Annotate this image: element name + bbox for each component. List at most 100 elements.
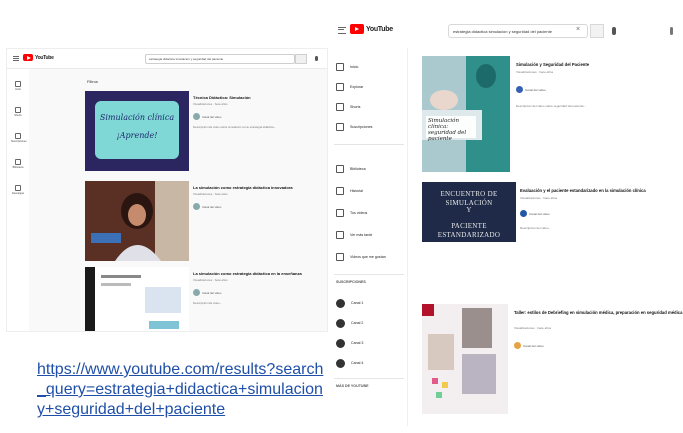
- settings-icon[interactable]: [670, 27, 673, 35]
- subscription-item[interactable]: Canal 3: [336, 338, 408, 348]
- youtube-wordmark: YouTube: [35, 54, 54, 61]
- avatar[interactable]: [516, 86, 523, 93]
- search-input[interactable]: estrategia didactica simulacion y seguri…: [448, 24, 588, 38]
- channel-row[interactable]: Canal del video: [520, 210, 550, 217]
- youtube-play-icon: [23, 54, 33, 61]
- channel-name[interactable]: Canal del video: [525, 88, 546, 92]
- sidebar-item-watch-later[interactable]: Ver más tarde: [336, 230, 408, 240]
- sidebar-item-label: Suscripciones: [11, 140, 27, 143]
- search-url-link[interactable]: https://www.youtube.com/results?search _…: [37, 360, 331, 420]
- video-title[interactable]: Simulación y Seguridad del Paciente: [516, 62, 589, 67]
- search-result[interactable]: Simulación clínica ¡Aprende! Técnica Did…: [85, 91, 325, 171]
- video-title[interactable]: La simulación como estrategia didáctica …: [193, 185, 293, 190]
- search-result[interactable]: Taller: estilos de Debriefing en simulac…: [422, 304, 683, 414]
- liked-icon: [336, 253, 344, 261]
- menu-icon[interactable]: [338, 27, 346, 34]
- sidebar-item-label: Shorts: [350, 105, 361, 109]
- channel-row[interactable]: Canal del video: [193, 289, 221, 296]
- shorts-icon: [336, 103, 344, 111]
- sidebar-item-label: Explorar: [350, 85, 364, 89]
- search-button[interactable]: [295, 54, 307, 64]
- video-thumbnail[interactable]: [85, 267, 189, 331]
- avatar[interactable]: [193, 113, 200, 120]
- menu-icon[interactable]: [13, 56, 19, 61]
- url-line[interactable]: https://www.youtube.com/results?search: [37, 360, 331, 380]
- filter-button[interactable]: Filtros: [87, 79, 98, 84]
- search-result[interactable]: La simulación como estrategia didáctica …: [85, 181, 325, 261]
- video-thumbnail[interactable]: [85, 181, 189, 261]
- subscriptions-heading: SUSCRIPCIONES: [336, 280, 366, 284]
- channel-avatar: [336, 358, 345, 368]
- avatar[interactable]: [193, 203, 200, 210]
- video-description: Descripción del video...: [193, 301, 222, 305]
- sidebar-item-downloads[interactable]: Descargas: [11, 185, 25, 195]
- sidebar-item-your-videos[interactable]: Tus videos: [336, 208, 408, 218]
- channel-name[interactable]: Canal del video: [529, 212, 550, 216]
- url-line[interactable]: y+seguridad+del+paciente: [37, 400, 331, 420]
- video-title[interactable]: Taller: estilos de Debriefing en simulac…: [514, 310, 682, 315]
- url-line[interactable]: _query=estrategia+didactica+simulacion: [37, 380, 331, 400]
- channel-name[interactable]: Canal del video: [202, 291, 221, 295]
- avatar[interactable]: [520, 210, 527, 217]
- video-thumbnail[interactable]: [422, 304, 508, 414]
- clear-search-icon[interactable]: ×: [576, 26, 580, 33]
- video-meta: Visualizaciones · hace años: [193, 192, 228, 196]
- video-thumbnail[interactable]: ENCUENTRO DE SIMULACIÓN Y PACIENTE ESTAN…: [422, 182, 516, 242]
- subscription-item[interactable]: Canal 4: [336, 358, 408, 368]
- youtube-logo[interactable]: YouTube: [23, 54, 54, 61]
- video-title[interactable]: Evaluación y el paciente estandarizado e…: [520, 188, 646, 193]
- channel-name[interactable]: Canal del video: [523, 344, 544, 348]
- sidebar-item-subscriptions[interactable]: Suscripciones: [11, 133, 27, 143]
- search-button[interactable]: [590, 24, 604, 38]
- youtube-logo[interactable]: YouTube: [350, 24, 393, 34]
- sidebar-item-library[interactable]: Biblioteca: [11, 159, 25, 169]
- video-meta: Visualizaciones · hace años: [514, 326, 552, 330]
- sidebar-item-label: Biblioteca: [12, 166, 24, 169]
- composite-figure: YouTube estrategia didactica simulacion …: [0, 0, 683, 433]
- sidebar-item-liked[interactable]: Videos que me gustan: [336, 252, 408, 262]
- sidebar-item-shorts[interactable]: Shorts: [11, 107, 25, 117]
- home-icon: [15, 81, 21, 87]
- search-result[interactable]: Simulación clínica: seguridad del pacien…: [422, 56, 683, 176]
- top-bar: YouTube estrategia didactica simulacion …: [7, 49, 327, 69]
- sidebar-item-home[interactable]: Inicio: [11, 81, 25, 91]
- video-thumbnail[interactable]: Simulación clínica ¡Aprende!: [85, 91, 189, 171]
- subscription-label: Canal 3: [351, 341, 364, 345]
- video-title[interactable]: La simulación como estrategia didáctica …: [193, 271, 302, 276]
- search-result[interactable]: ENCUENTRO DE SIMULACIÓN Y PACIENTE ESTAN…: [422, 182, 683, 282]
- sidebar-item-label: Inicio: [15, 88, 21, 91]
- your-videos-icon: [336, 209, 344, 217]
- subscription-item[interactable]: Canal 2: [336, 318, 408, 328]
- sidebar-item-label: Ver más tarde: [350, 233, 373, 237]
- video-meta: Visualizaciones · hace años: [193, 102, 228, 106]
- youtube-screenshot-right: YouTube estrategia didactica simulacion …: [330, 14, 683, 426]
- channel-name[interactable]: Canal del video: [202, 205, 221, 209]
- channel-row[interactable]: Canal del video: [193, 113, 221, 120]
- youtube-wordmark: YouTube: [366, 25, 393, 33]
- sidebar-item-subscriptions[interactable]: Suscripciones: [336, 122, 408, 132]
- sidebar-item-explore[interactable]: Explorar: [336, 82, 408, 92]
- sidebar-item-library[interactable]: Biblioteca: [336, 164, 408, 174]
- channel-row[interactable]: Canal del video: [193, 203, 221, 210]
- video-title[interactable]: Técnica Didáctica: Simulación: [193, 95, 251, 100]
- video-thumbnail[interactable]: Simulación clínica: seguridad del pacien…: [422, 56, 510, 172]
- microphone-icon[interactable]: [315, 56, 318, 61]
- thumbnail-text: PACIENTE ESTANDARIZADO: [437, 222, 501, 239]
- channel-name[interactable]: Canal del video: [202, 115, 221, 119]
- divider: [334, 378, 404, 379]
- video-description: Descripción del video sobre seguridad de…: [516, 104, 587, 108]
- search-result[interactable]: La simulación como estrategia didáctica …: [85, 267, 325, 331]
- sidebar-item-label: Historial: [350, 189, 363, 193]
- subscription-item[interactable]: Canal 1: [336, 298, 408, 308]
- channel-row[interactable]: Canal del video: [516, 86, 546, 93]
- video-meta: Visualizaciones · hace años: [193, 278, 228, 282]
- sidebar-item-shorts[interactable]: Shorts: [336, 102, 408, 112]
- sidebar-item-history[interactable]: Historial: [336, 186, 408, 196]
- avatar[interactable]: [193, 289, 200, 296]
- search-input[interactable]: estrategia didactica simulacion y seguri…: [145, 54, 295, 64]
- youtube-screenshot-left: YouTube estrategia didactica simulacion …: [6, 48, 328, 332]
- microphone-icon[interactable]: [612, 27, 616, 35]
- sidebar-item-home[interactable]: Inicio: [336, 62, 408, 72]
- avatar[interactable]: [514, 342, 521, 349]
- channel-row[interactable]: Canal del video: [514, 342, 544, 349]
